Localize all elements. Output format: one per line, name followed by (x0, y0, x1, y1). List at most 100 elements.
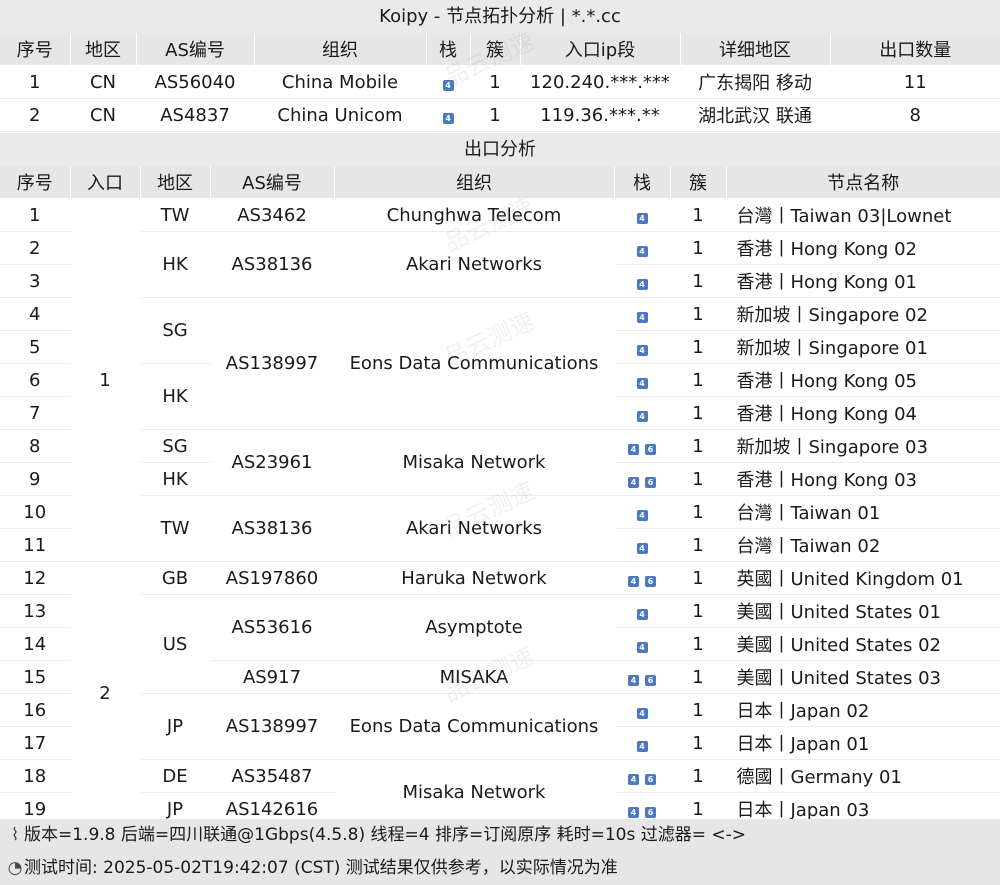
row-asn: AS23961 (210, 429, 335, 496)
footer-info-text: 版本=1.9.8 后端=四川联通@1Gbps(4.5.8) 线程=4 排序=订阅… (24, 825, 747, 845)
row-org: China Mobile (254, 65, 427, 99)
row-node-name: 美國丨United States 03 (726, 660, 1000, 694)
row-cluster: 1 (670, 561, 727, 595)
stack-cell: 4 (614, 396, 671, 430)
ipv6-badge-icon: 6 (645, 674, 656, 686)
row-region: CN (70, 98, 137, 132)
row-node-name: 英國丨United Kingdom 01 (726, 561, 1000, 595)
row-region: JP (140, 693, 211, 760)
stack-badges: 4 (636, 641, 648, 653)
entry-table-header: 序号 地区 AS编号 组织 栈 簇 入口ip段 详细地区 出口数量 (0, 33, 1000, 66)
ipv4-badge-icon: 4 (636, 212, 648, 224)
row-org: Eons Data Communications (334, 693, 615, 760)
ipv4-badge-icon: 4 (442, 112, 454, 124)
stack-badges: 4 (636, 377, 648, 389)
row-idx: 17 (0, 726, 71, 760)
row-idx: 10 (0, 495, 71, 529)
dna-icon: ⌇ (10, 825, 20, 845)
stack-badges: 4 (636, 410, 648, 422)
row-idx: 7 (0, 396, 71, 430)
row-org: Misaka Network (334, 759, 615, 826)
row-node-name: 香港丨Hong Kong 04 (726, 396, 1000, 430)
table-row: 10 TW AS38136 Akari Networks 4 1 台灣丨Taiwan 01 (0, 495, 1000, 562)
row-node-name: 美國丨United States 02 (726, 627, 1000, 661)
table-row: 4 SG AS138997 Eons Data Communications 4 1 新加坡… (0, 297, 1000, 430)
stack-badges: 4 (636, 740, 648, 752)
stack-cell: 46 (614, 429, 671, 463)
ipv4-badge-icon: 4 (628, 443, 639, 455)
row-cluster: 1 (670, 396, 727, 430)
row-idx: 16 (0, 693, 71, 727)
row-region: HK (140, 462, 211, 496)
row-asn: AS38136 (210, 231, 335, 298)
ipv4-badge-icon: 4 (628, 575, 639, 587)
stack-badges: 4 (442, 79, 454, 91)
table-row: 8 SG AS23961 Misaka Network 4 6 1 新加坡丨Singapore… (0, 429, 1000, 496)
row-node-name: 新加坡丨Singapore 02 (726, 297, 1000, 331)
row-node-name: 新加坡丨Singapore 01 (726, 330, 1000, 364)
ipv4-badge-icon: 4 (636, 410, 648, 422)
ipv4-badge-icon: 4 (636, 245, 648, 257)
row-node-name: 香港丨Hong Kong 05 (726, 363, 1000, 397)
col-header-asn: AS编号 (210, 166, 335, 199)
row-region: DE (140, 759, 211, 793)
table-row: 12 2 GB AS197860 Haruka Network 4 6 1 英國丨United … (0, 561, 1000, 826)
row-cluster: 1 (670, 594, 727, 628)
table-row: 2 CN AS4837 China Unicom 4 1 119.36.***.** 湖北武汉… (0, 98, 1000, 132)
row-cluster: 1 (670, 330, 727, 364)
stack-cell: 4 (614, 528, 671, 562)
row-idx: 9 (0, 462, 71, 496)
col-header-region: 地区 (140, 166, 211, 199)
row-entry: 2 (70, 561, 141, 826)
entry-table: 序号 地区 AS编号 组织 栈 簇 入口ip段 详细地区 出口数量 1 CN AS5… (0, 33, 1000, 132)
row-idx: 2 (0, 231, 71, 265)
row-cluster: 1 (670, 528, 727, 562)
ipv4-badge-icon: 4 (628, 806, 639, 818)
row-cluster: 1 (670, 627, 727, 661)
ipv4-badge-icon: 4 (636, 608, 648, 620)
ipv6-badge-icon: 6 (645, 773, 656, 785)
exit-table-header: 序号 入口 地区 AS编号 组织 栈 簇 节点名称 (0, 166, 1000, 199)
row-entry-ip: 120.240.***.*** (520, 65, 681, 99)
stack-badges: 46 (628, 674, 656, 686)
row-cluster: 1 (670, 462, 727, 496)
row-org: Asymptote (334, 594, 615, 661)
ipv4-badge-icon: 4 (628, 476, 639, 488)
stack-cell: 4 (426, 98, 471, 132)
stack-badges: 4 (636, 509, 648, 521)
stack-badges: 4 (636, 212, 648, 224)
row-asn: AS197860 (210, 561, 335, 595)
row-idx: 12 (0, 561, 71, 595)
row-idx: 11 (0, 528, 71, 562)
row-org: Haruka Network (334, 561, 615, 595)
col-header-org: 组织 (334, 166, 615, 199)
col-header-cluster: 簇 (470, 33, 521, 66)
stack-badges: 4 (636, 245, 648, 257)
row-cluster: 1 (670, 726, 727, 760)
row-region: HK (140, 231, 211, 298)
col-header-idx: 序号 (0, 33, 71, 66)
row-region: US (140, 594, 211, 694)
row-node-name: 台灣丨Taiwan 01 (726, 495, 1000, 529)
row-asn: AS917 (210, 660, 335, 694)
row-asn: AS56040 (136, 65, 255, 99)
row-idx: 4 (0, 297, 71, 331)
ipv4-badge-icon: 4 (636, 641, 648, 653)
row-asn: AS38136 (210, 495, 335, 562)
col-header-detail-region: 详细地区 (680, 33, 831, 66)
ipv6-badge-icon: 6 (645, 443, 656, 455)
ipv4-badge-icon: 4 (636, 311, 648, 323)
row-cluster: 1 (670, 693, 727, 727)
row-cluster: 1 (670, 495, 727, 529)
row-cluster: 1 (670, 363, 727, 397)
stack-badges: 4 (636, 311, 648, 323)
stack-badges: 4 (636, 278, 648, 290)
col-header-stack: 栈 (614, 166, 671, 199)
stack-badges: 46 (628, 806, 656, 818)
row-node-name: 新加坡丨Singapore 03 (726, 429, 1000, 463)
ipv6-badge-icon: 6 (645, 575, 656, 587)
stack-badges: 4 (442, 112, 454, 124)
ipv4-badge-icon: 4 (628, 674, 639, 686)
row-idx: 1 (0, 65, 71, 99)
stack-badges: 4 (636, 542, 648, 554)
